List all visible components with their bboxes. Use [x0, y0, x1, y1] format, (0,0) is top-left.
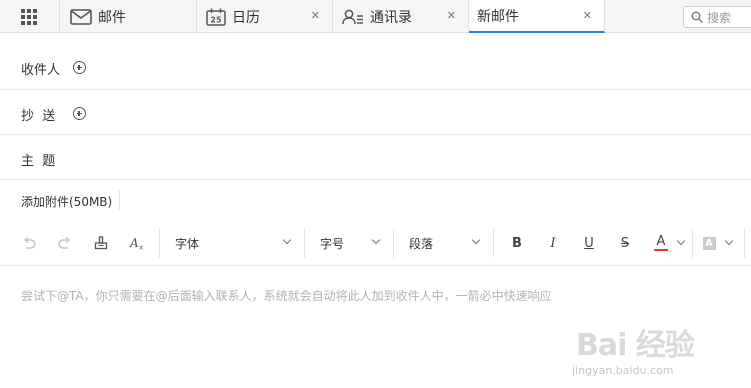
apps-grid-button[interactable] [0, 0, 60, 33]
paragraph-label: 段落 [409, 236, 434, 251]
undo-icon [23, 236, 36, 249]
tab-calendar-label: 日历 [232, 9, 260, 26]
to-label: 收件人 [21, 63, 61, 78]
search-placeholder: 搜索 [707, 10, 732, 25]
italic-icon: I [550, 235, 556, 251]
font-size-label: 字号 [320, 236, 345, 251]
paragraph-dropdown[interactable]: 段落 [409, 233, 484, 253]
watermark-logo: Bai 经验 [576, 328, 695, 363]
tab-contacts-label: 通讯录 [370, 9, 412, 26]
strikethrough-icon: S [620, 235, 630, 251]
tab-bar: 邮件 25 日历 ✕ 通讯录 ✕ 新邮件 ✕ 搜索 [0, 0, 751, 33]
toolbar-separator [159, 229, 160, 258]
font-family-label: 字体 [175, 236, 200, 251]
strikethrough-button[interactable]: S [617, 233, 633, 253]
subject-label: 主 题 [21, 154, 56, 169]
subject-row[interactable]: 主 题 [0, 135, 751, 180]
tab-compose-label: 新邮件 [477, 8, 519, 25]
close-compose-tab-icon[interactable]: ✕ [583, 10, 592, 22]
search-icon [691, 11, 703, 23]
font-color-swatch [654, 249, 668, 251]
toolbar-separator [493, 229, 494, 258]
redo-icon [58, 236, 71, 249]
underline-button[interactable]: U [581, 233, 597, 253]
undo-button[interactable] [20, 233, 38, 253]
grid-icon [21, 9, 37, 25]
baidu-jingyan-watermark: Bai 经验 jingyan.baidu.com [572, 320, 695, 377]
attachment-divider [119, 190, 120, 210]
toolbar-separator [393, 229, 394, 258]
toolbar-separator [304, 229, 305, 258]
font-color-button[interactable]: A [653, 233, 669, 253]
font-family-dropdown[interactable]: 字体 [175, 233, 295, 253]
italic-button[interactable]: I [545, 233, 561, 253]
font-color-chevron-down-icon[interactable] [676, 236, 686, 246]
clear-format-icon: Ax [129, 236, 143, 251]
envelope-icon [70, 8, 92, 25]
add-cc-plus-icon[interactable] [73, 107, 86, 120]
tab-calendar[interactable]: 25 日历 ✕ [197, 0, 333, 33]
svg-text:A: A [129, 236, 139, 250]
tab-mail-label: 邮件 [98, 9, 126, 26]
tab-compose[interactable]: 新邮件 ✕ [469, 0, 605, 33]
highlight-color-chevron-down-icon[interactable] [724, 236, 734, 246]
cc-label: 抄 送 [21, 109, 56, 124]
attachment-row: 添加附件(50MB) [0, 180, 751, 221]
editor-placeholder: 尝试下@TA，你只需要在@后面输入联系人，系统就会自动将此人加到收件人中，一箭必… [21, 289, 552, 303]
tab-mail[interactable]: 邮件 [60, 0, 197, 33]
add-recipient-plus-icon[interactable] [73, 61, 86, 74]
toolbar-separator [692, 229, 693, 258]
underline-icon: U [584, 235, 594, 251]
tab-contacts[interactable]: 通讯录 ✕ [333, 0, 469, 33]
calendar-icon: 25 [206, 8, 226, 26]
toolbar-separator [744, 229, 745, 258]
editor-toolbar: Ax 字体 字号 段落 B I U S A A [0, 221, 751, 266]
close-calendar-tab-icon[interactable]: ✕ [311, 10, 320, 22]
cc-row[interactable]: 抄 送 [0, 90, 751, 135]
search-input[interactable]: 搜索 [683, 6, 751, 28]
clear-format-button[interactable]: Ax [128, 233, 146, 253]
to-row[interactable]: 收件人 [0, 33, 751, 90]
bold-button[interactable]: B [509, 233, 525, 253]
highlight-color-button[interactable]: A [701, 233, 717, 253]
watermark-url: jingyan.baidu.com [572, 364, 674, 377]
svg-text:x: x [139, 244, 143, 251]
font-color-icon: A [656, 234, 666, 249]
calendar-day-number: 25 [210, 15, 222, 24]
redo-button[interactable] [56, 233, 74, 253]
bold-icon: B [512, 235, 522, 251]
format-painter-icon [94, 236, 108, 250]
contacts-icon [342, 9, 363, 24]
add-attachment-link[interactable]: 添加附件(50MB) [21, 193, 112, 210]
highlight-color-icon: A [702, 236, 716, 250]
font-size-dropdown[interactable]: 字号 [320, 233, 382, 253]
format-painter-button[interactable] [92, 233, 110, 253]
close-contacts-tab-icon[interactable]: ✕ [447, 10, 456, 22]
